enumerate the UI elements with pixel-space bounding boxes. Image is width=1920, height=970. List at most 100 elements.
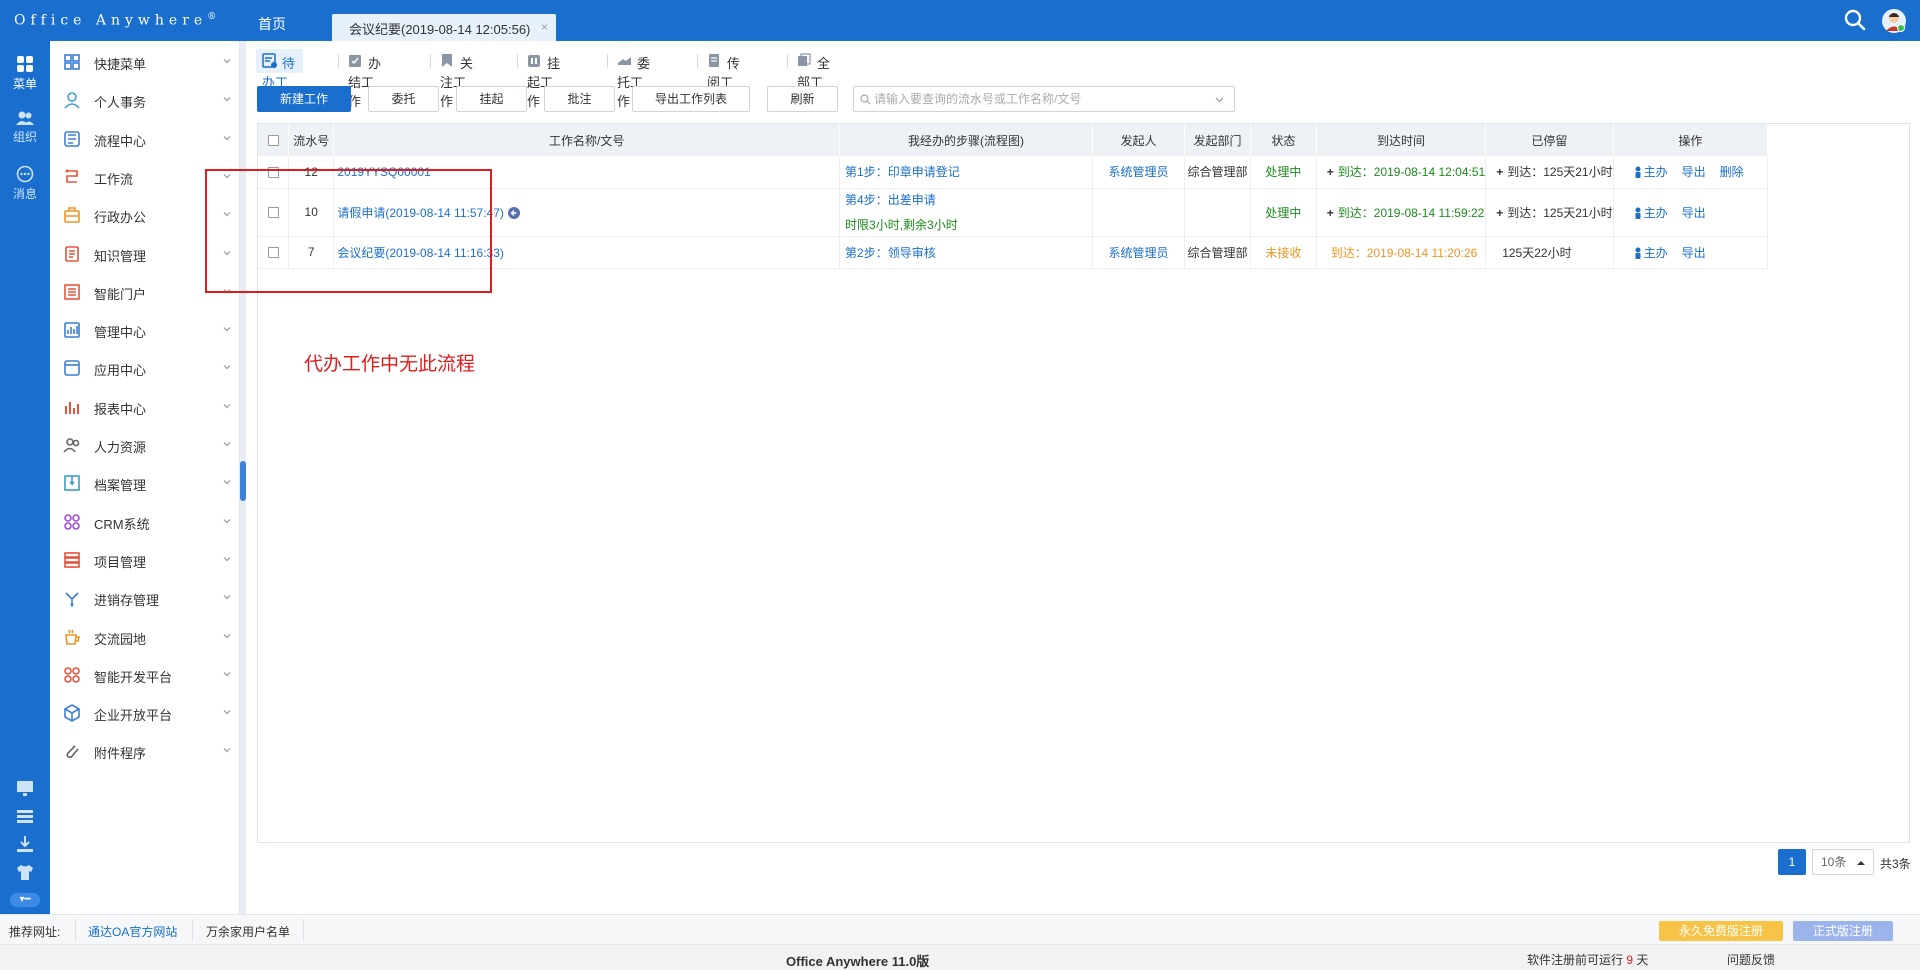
menu-item-18[interactable]: 附件程序 (50, 736, 239, 766)
tab-work-0[interactable]: 待办工作 (256, 49, 304, 109)
step-link[interactable]: 第2步：领导审核 (845, 244, 1092, 261)
free-register-button[interactable]: 永久免费版注册 (1659, 921, 1783, 941)
table-row[interactable]: 7 会议纪要(2019-08-14 11:16:33) 第2步：领导审核 系统管理员综… (258, 236, 1909, 269)
menu-item-label: 附件程序 (94, 746, 147, 762)
menu-item-13[interactable]: 项目管理 (50, 545, 239, 575)
shirt-icon[interactable] (16, 863, 34, 881)
expand-plus-icon[interactable]: + (1496, 165, 1503, 179)
search-input[interactable] (874, 91, 1204, 107)
search-icon[interactable] (1844, 9, 1866, 31)
op-2[interactable]: 删除 (1720, 165, 1744, 179)
cell-initiator[interactable]: 系统管理员 (1092, 156, 1186, 189)
menu-item-label: 工作流 (94, 171, 134, 187)
op-1[interactable]: 导出 (1682, 206, 1706, 220)
table-row[interactable]: 10 请假申请(2019-08-14 11:57:47) 第4步：出差申请 时限3小时… (258, 188, 1909, 237)
inventory-icon (65, 592, 79, 607)
chevron-down-icon (223, 442, 231, 447)
search-box[interactable] (853, 86, 1235, 112)
menu-item-15[interactable]: 交流园地 (50, 622, 239, 652)
tab-work-4[interactable]: 委托工作 (617, 49, 650, 109)
rail-org[interactable]: 组织 (0, 110, 50, 145)
menu-item-16[interactable]: 智能开发平台 (50, 660, 239, 690)
users-list-link[interactable]: 万余家用户名单 (206, 923, 290, 940)
chevron-down-icon (223, 710, 231, 715)
monitor-icon[interactable] (16, 779, 34, 797)
comment-button[interactable]: 批注 (544, 86, 615, 112)
recommend-label: 推荐网址: (9, 925, 61, 939)
delegate-button[interactable]: 委托 (368, 86, 439, 112)
chat-icon (16, 165, 34, 183)
official-site-link[interactable]: 通达OA官方网站 (88, 923, 177, 940)
chevron-down-icon (223, 671, 231, 677)
menu-item-1[interactable]: 个人事务 (50, 85, 239, 115)
download-icon[interactable] (16, 835, 34, 853)
menu-item-0[interactable]: 快捷菜单 (50, 47, 239, 77)
cell-initiator[interactable]: 系统管理员 (1092, 236, 1186, 269)
export-list-button[interactable]: 导出工作列表 (632, 86, 750, 112)
rail-messages[interactable]: 消息 (0, 165, 50, 202)
menu-item-14[interactable]: 进销存管理 (50, 583, 239, 613)
checkbox[interactable] (267, 135, 279, 147)
op-0[interactable]: 主办 (1634, 246, 1668, 260)
refresh-button[interactable]: 刷新 (767, 86, 838, 112)
menu-item-7[interactable]: 管理中心 (50, 315, 239, 345)
menu-item-11[interactable]: 档案管理 (50, 468, 239, 498)
divider (75, 919, 76, 941)
op-1[interactable]: 导出 (1682, 246, 1706, 260)
tab-work-3[interactable]: 挂起工作 (527, 49, 560, 109)
new-work-button[interactable]: 新建工作 (257, 86, 351, 112)
header-select-all[interactable] (258, 124, 290, 156)
expand-plus-icon[interactable]: + (1496, 206, 1503, 220)
status-bar: Office Anywhere 11.0版 软件注册前可运行 9 天 问题反馈 (0, 944, 1920, 970)
tab-home[interactable]: 首页 (258, 14, 286, 34)
tab-work-2[interactable]: 关注工作 (440, 49, 473, 109)
shortcut-icon (64, 54, 80, 70)
tab-work-5[interactable]: 传阅工作 (707, 49, 740, 109)
cell-spacer (1768, 236, 1909, 268)
page-size-label: 10条 (1821, 855, 1847, 869)
main-content: 待办工作办结工作关注工作挂起工作委托工作传阅工作全部工作 新建工作 委托 挂起 … (205, 41, 1920, 914)
menu-item-label: 应用中心 (94, 363, 147, 379)
menu-item-8[interactable]: 应用中心 (50, 353, 239, 383)
cell-dept (1184, 188, 1251, 237)
rail-menu[interactable]: 菜单 (0, 55, 50, 92)
feedback-link[interactable]: 问题反馈 (1727, 951, 1775, 968)
menu-item-2[interactable]: 流程中心 (50, 124, 239, 154)
table-row[interactable]: 12 2019YYSQ00001 第1步：印章申请登记 系统管理员 综合管理部 处理中 + 到… (258, 156, 1909, 189)
divider (697, 54, 698, 68)
expand-plus-icon[interactable]: + (1327, 165, 1334, 179)
header-no: 流水号 (288, 124, 335, 156)
layers-icon[interactable] (16, 807, 34, 825)
menu-item-10[interactable]: 人力资源 (50, 430, 239, 460)
page-current-button[interactable]: 1 (1778, 849, 1806, 875)
rail-collapse-toggle[interactable]: ▾━ (10, 893, 40, 907)
chevron-down-icon[interactable] (1215, 97, 1224, 103)
cell-initiator[interactable] (1092, 188, 1186, 237)
menu-item-label: 进销存管理 (94, 593, 160, 609)
menu-item-9[interactable]: 报表中心 (50, 392, 239, 422)
cell-stay: + 到达：125天21小时 (1485, 156, 1614, 189)
menu-item-17[interactable]: 企业开放平台 (50, 698, 239, 728)
formal-register-button[interactable]: 正式版注册 (1793, 921, 1893, 941)
arrive-time: 到达：2019-08-14 11:59:22 (1337, 205, 1485, 220)
tab-meeting-minutes[interactable]: 会议纪要(2019-08-14 12:05:56) × (332, 14, 556, 41)
op-0[interactable]: 主办 (1634, 165, 1668, 179)
arrive-time: 到达：2019-08-14 11:20:26 (1330, 245, 1478, 260)
page-size-select[interactable]: 10条 (1812, 849, 1874, 875)
op-1[interactable]: 导出 (1682, 165, 1706, 179)
return-arrow-icon[interactable] (507, 206, 520, 219)
chart-icon (64, 322, 80, 338)
tab-work-6[interactable]: 全部工作 (797, 49, 830, 109)
suspend-button[interactable]: 挂起 (456, 86, 527, 112)
chevron-down-icon (223, 518, 231, 523)
cell-ops: 主办 导出 删除 (1613, 156, 1769, 189)
tab-close-icon[interactable]: × (541, 20, 548, 34)
app-logo[interactable]: Office Anywhere® (14, 12, 216, 29)
op-0[interactable]: 主办 (1634, 206, 1668, 220)
avatar[interactable] (1882, 9, 1906, 33)
menu-item-12[interactable]: CRM系统 (50, 507, 239, 537)
tab-work-1[interactable]: 办结工作 (348, 49, 381, 109)
expand-plus-icon[interactable]: + (1327, 206, 1334, 220)
step-link[interactable]: 第4步：出差申请 (845, 191, 1092, 208)
step-link[interactable]: 第1步：印章申请登记 (845, 163, 1092, 180)
